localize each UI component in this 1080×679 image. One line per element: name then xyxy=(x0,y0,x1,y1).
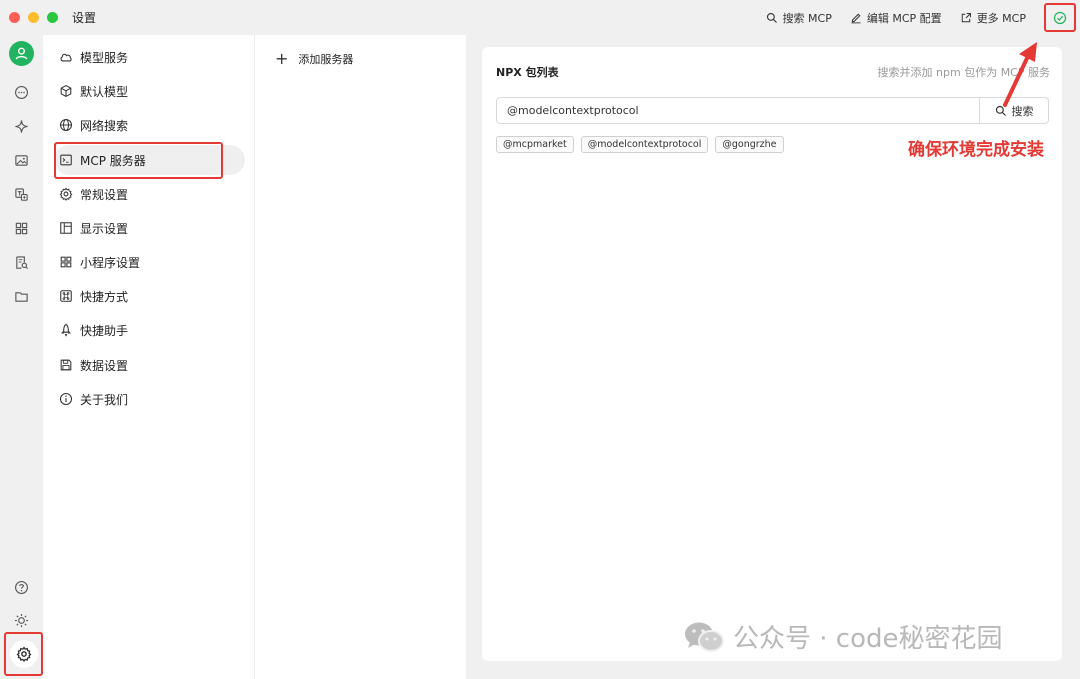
npx-card-title: NPX 包列表 xyxy=(496,66,559,79)
rail-assistant[interactable] xyxy=(12,117,30,135)
npx-search-input[interactable] xyxy=(497,98,979,123)
nav-item-data-settings[interactable]: 数据设置 xyxy=(59,355,128,375)
add-server-label: 添加服务器 xyxy=(298,53,354,66)
more-mcp-label: 更多 MCP xyxy=(976,11,1026,25)
annotation-text: 确保环境完成安装 xyxy=(908,140,1044,160)
npx-tag[interactable]: @gongrzhe xyxy=(715,136,784,153)
rail-settings[interactable] xyxy=(4,632,43,676)
title-bar: 设置 搜索 MCP 编辑 MCP 配置 更多 MCP xyxy=(0,0,1080,35)
wechat-icon xyxy=(685,622,724,652)
mcp-nav-highlight-frame xyxy=(54,142,223,179)
settings-nav: 模型服务 默认模型 网络搜索 MCP 服务器 常规设置 显示设置 小程序设置 快… xyxy=(43,35,254,679)
annotation-arrow xyxy=(1003,42,1037,107)
rail-translate[interactable] xyxy=(12,185,30,203)
nav-item-label: 小程序设置 xyxy=(80,255,141,270)
plus-icon: + xyxy=(275,49,289,68)
window-controls xyxy=(9,12,58,23)
nav-item-label: 网络搜索 xyxy=(80,118,129,133)
mcp-server-list: + 添加服务器 xyxy=(254,35,466,679)
npx-tag-list: @mcpmarket @modelcontextprotocol @gongrz… xyxy=(496,136,784,153)
sparkle-icon xyxy=(14,119,28,133)
nav-item-label: 快捷方式 xyxy=(80,289,129,304)
nav-item-shortcuts[interactable]: 快捷方式 xyxy=(59,286,128,306)
window-title: 设置 xyxy=(72,11,97,25)
rail-help[interactable] xyxy=(12,578,30,596)
settings-window: 设置 搜索 MCP 编辑 MCP 配置 更多 MCP 模型服务 默认模型 网络搜… xyxy=(0,0,1080,679)
search-mcp-button[interactable]: 搜索 MCP xyxy=(766,10,832,26)
document-search-icon xyxy=(15,255,28,269)
nav-item-miniapp-settings[interactable]: 小程序设置 xyxy=(59,252,140,272)
nav-item-general-settings[interactable]: 常规设置 xyxy=(59,184,128,204)
help-icon xyxy=(14,580,28,594)
cloud-icon xyxy=(60,53,72,62)
app-sidebar xyxy=(0,35,43,679)
external-link-icon xyxy=(961,12,971,22)
add-server-button[interactable]: + 添加服务器 xyxy=(275,51,353,67)
translate-icon xyxy=(14,187,28,201)
nav-item-label: 常规设置 xyxy=(80,187,129,202)
nav-item-label: 默认模型 xyxy=(80,84,129,99)
nav-item-web-search[interactable]: 网络搜索 xyxy=(59,115,128,135)
grid-icon xyxy=(15,222,27,234)
save-icon xyxy=(60,359,72,371)
rail-settings-active xyxy=(9,640,38,668)
nav-item-default-model[interactable]: 默认模型 xyxy=(59,81,128,101)
search-mcp-label: 搜索 MCP xyxy=(782,11,832,25)
nav-item-quick-assistant[interactable]: 快捷助手 xyxy=(59,320,128,340)
edit-mcp-config-label: 编辑 MCP 配置 xyxy=(866,11,942,25)
rail-files[interactable] xyxy=(12,287,30,305)
npx-tag[interactable]: @modelcontextprotocol xyxy=(580,136,709,153)
close-window-button[interactable] xyxy=(9,12,20,23)
main-panel: NPX 包列表 搜索并添加 npm 包作为 MCP 服务 搜索 @mcpmark… xyxy=(466,35,1080,679)
sun-icon xyxy=(14,613,28,627)
environment-status-button[interactable] xyxy=(1044,3,1076,32)
chat-bubble-icon xyxy=(14,85,28,99)
layout-icon xyxy=(60,222,72,234)
rail-images[interactable] xyxy=(12,151,30,169)
nav-item-label: 模型服务 xyxy=(80,50,129,65)
top-actions: 搜索 MCP 编辑 MCP 配置 更多 MCP xyxy=(766,0,1080,35)
info-icon xyxy=(59,392,73,406)
maximize-window-button[interactable] xyxy=(47,12,58,23)
watermark: 公众号 · code秘密花园 xyxy=(683,618,1003,655)
cube-icon xyxy=(60,84,72,98)
nav-item-about[interactable]: 关于我们 xyxy=(59,389,128,409)
minimize-window-button[interactable] xyxy=(28,12,39,23)
nav-item-label: 数据设置 xyxy=(80,358,129,373)
edit-mcp-config-button[interactable]: 编辑 MCP 配置 xyxy=(850,10,942,26)
user-icon xyxy=(15,47,28,60)
image-icon xyxy=(14,154,28,166)
nav-item-label: 显示设置 xyxy=(80,221,129,236)
gear-icon xyxy=(59,187,73,201)
rail-chat[interactable] xyxy=(12,83,30,101)
search-icon xyxy=(766,12,777,23)
watermark-text: 公众号 · code秘密花园 xyxy=(733,624,1003,654)
pencil-icon xyxy=(851,13,861,23)
grid-icon xyxy=(60,256,72,268)
nav-item-label: 关于我们 xyxy=(80,392,129,407)
folder-icon xyxy=(14,291,28,302)
command-icon xyxy=(60,290,72,302)
globe-icon xyxy=(59,118,73,132)
rail-theme[interactable] xyxy=(12,611,30,629)
check-circle-icon xyxy=(1053,11,1067,24)
rail-apps[interactable] xyxy=(12,219,30,237)
npx-tag[interactable]: @mcpmarket xyxy=(496,136,574,153)
nav-item-model-service[interactable]: 模型服务 xyxy=(59,47,128,67)
more-mcp-button[interactable]: 更多 MCP xyxy=(960,10,1026,26)
gear-icon xyxy=(16,646,31,662)
avatar[interactable] xyxy=(9,41,34,66)
nav-item-label: 快捷助手 xyxy=(80,323,129,338)
rocket-icon xyxy=(61,323,71,337)
nav-item-display-settings[interactable]: 显示设置 xyxy=(59,218,128,238)
npx-search-bar: 搜索 xyxy=(496,97,1049,124)
rail-knowledge[interactable] xyxy=(12,253,30,271)
